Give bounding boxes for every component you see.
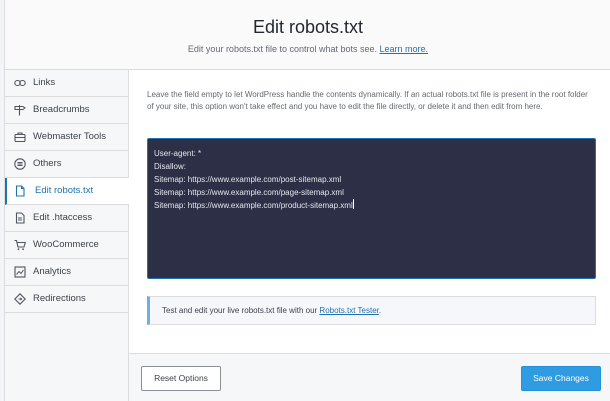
list-circle-icon	[14, 158, 26, 170]
sidebar-item-webmaster-tools[interactable]: Webmaster Tools	[5, 124, 128, 151]
file-icon	[14, 185, 26, 197]
sidebar-item-woocommerce[interactable]: WooCommerce	[5, 232, 128, 259]
sidebar-item-links[interactable]: Links	[5, 70, 128, 97]
reset-options-button[interactable]: Reset Options	[141, 366, 221, 391]
learn-more-link[interactable]: Learn more.	[380, 44, 429, 54]
notice-end: .	[378, 306, 382, 315]
page-title: Edit robots.txt	[252, 17, 364, 37]
editor-line: Sitemap: https://www.example.com/product…	[154, 201, 353, 210]
text-caret	[352, 199, 354, 209]
robots-txt-editor[interactable]: User-agent: * Disallow: Sitemap: https://w…	[147, 138, 596, 279]
page-header: Edit robots.txt Edit your robots.txt fil…	[5, 0, 610, 70]
notice-text: Test and edit your live robots.txt file …	[162, 306, 318, 315]
briefcase-icon	[14, 131, 26, 143]
options-footer: Reset Options Save Changes	[129, 353, 610, 401]
sidebar-item-breadcrumbs[interactable]: Breadcrumbs	[5, 97, 128, 124]
robots-description: Leave the field empty to let WordPress h…	[147, 90, 588, 111]
sidebar-item-edit-robots-txt[interactable]: Edit robots.txt	[5, 178, 129, 205]
sidebar-item-edit-htaccess[interactable]: Edit .htaccess	[5, 205, 128, 232]
sidebar-item-label: Redirections	[33, 293, 86, 304]
chart-icon	[14, 266, 26, 278]
sidebar-item-label: Links	[33, 77, 56, 88]
link-icon	[14, 77, 26, 89]
settings-sidebar: Links Breadcrumbs Webmaster Tools Others…	[5, 70, 129, 401]
sidebar-item-label: Analytics	[33, 266, 72, 277]
document-icon	[14, 212, 26, 224]
editor-line: User-agent: *	[154, 149, 202, 158]
sidebar-item-redirections[interactable]: Redirections	[5, 286, 128, 313]
editor-line-last: Sitemap: https://www.example.com/product…	[154, 199, 589, 212]
redirect-icon	[14, 293, 26, 305]
sidebar-item-label: Edit .htaccess	[33, 212, 93, 223]
sidebar-item-label: Others	[33, 158, 62, 169]
editor-line: Sitemap: https://www.example.com/post-si…	[154, 175, 342, 184]
settings-panel: Edit robots.txt Edit your robots.txt fil…	[4, 0, 610, 401]
signpost-icon	[14, 104, 26, 116]
cart-icon	[14, 239, 26, 251]
robots-tester-notice: Test and edit your live robots.txt file …	[147, 296, 596, 325]
robots-tester-link[interactable]: Robots.txt Tester	[319, 306, 378, 315]
editor-line: Sitemap: https://www.example.com/page-si…	[154, 188, 344, 197]
page-subtitle: Edit your robots.txt file to control wha…	[5, 43, 610, 55]
sidebar-item-label: Breadcrumbs	[33, 104, 90, 115]
subtitle-text: Edit your robots.txt file to control wha…	[187, 44, 378, 54]
sidebar-item-label: Edit robots.txt	[35, 185, 94, 196]
sidebar-item-label: WooCommerce	[33, 239, 99, 250]
sidebar-item-label: Webmaster Tools	[33, 131, 107, 142]
sidebar-item-analytics[interactable]: Analytics	[5, 259, 128, 286]
sidebar-item-others[interactable]: Others	[5, 151, 128, 178]
main-content: Leave the field empty to let WordPress h…	[129, 70, 610, 353]
save-changes-button[interactable]: Save Changes	[521, 366, 601, 391]
editor-line: Disallow:	[154, 162, 187, 171]
